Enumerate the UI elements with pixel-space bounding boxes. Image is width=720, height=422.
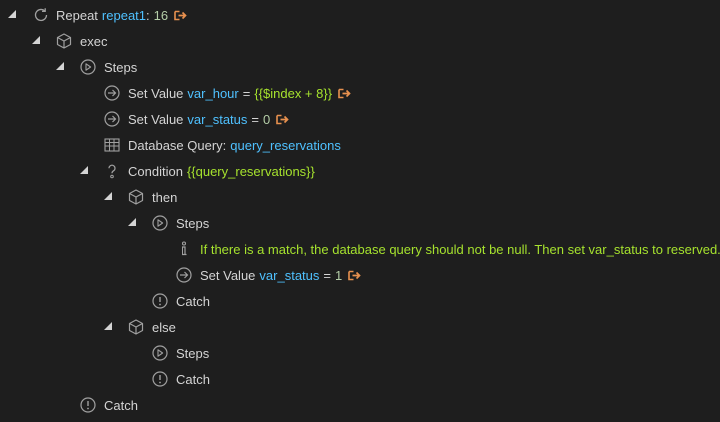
tree-node-else[interactable]: else	[0, 314, 720, 340]
set-value-label: Set Value var_status = 1	[200, 262, 361, 288]
tree-node-then-steps[interactable]: Steps	[0, 210, 720, 236]
variable-name: var_hour	[187, 85, 239, 101]
action-type: Condition	[128, 163, 183, 179]
link-out-icon[interactable]	[348, 270, 361, 281]
refresh-icon	[32, 2, 50, 28]
tree-node-then[interactable]: then	[0, 184, 720, 210]
repeat-type: Repeat	[56, 7, 98, 23]
collapse-toggle[interactable]	[56, 62, 64, 70]
value-expression: {{$index + 8}}	[254, 85, 333, 101]
tree-node-else-steps[interactable]: Steps	[0, 340, 720, 366]
variable-name: var_status	[187, 111, 248, 127]
alert-circle-icon	[151, 288, 169, 314]
tree-node-database-query[interactable]: Database Query: query_reservations	[0, 132, 720, 158]
link-out-icon[interactable]	[338, 88, 351, 99]
steps-label: Steps	[176, 215, 210, 231]
equals-sign: =	[323, 267, 331, 283]
collapse-toggle[interactable]	[128, 218, 136, 226]
arrow-circle-icon	[103, 106, 121, 132]
tree-node-steps[interactable]: Steps	[0, 54, 720, 80]
collapse-toggle[interactable]	[32, 36, 40, 44]
play-circle-icon	[151, 340, 169, 366]
play-circle-icon	[151, 210, 169, 236]
steps-label: Steps	[176, 345, 210, 361]
tree-node-condition[interactable]: Condition {{query_reservations}}	[0, 158, 720, 184]
comment-text: If there is a match, the database query …	[200, 241, 720, 257]
set-value-label: Set Value var_status = 0	[128, 106, 289, 132]
tree-node-then-catch[interactable]: Catch	[0, 288, 720, 314]
exec-label: exec	[80, 33, 108, 49]
tree-node-set-value-status-1[interactable]: Set Value var_status = 1	[0, 262, 720, 288]
arrow-circle-icon	[175, 262, 193, 288]
equals-sign: =	[242, 85, 251, 101]
info-icon	[175, 236, 193, 262]
set-value-label: Set Value var_hour = {{$index + 8}}	[128, 80, 351, 106]
play-circle-icon	[79, 54, 97, 80]
catch-label: Catch	[176, 371, 210, 387]
arrow-circle-icon	[103, 80, 121, 106]
action-type: Set Value	[128, 85, 184, 101]
query-name: query_reservations	[230, 137, 341, 153]
equals-sign: =	[251, 111, 259, 127]
then-label: then	[152, 189, 178, 205]
value-number: 0	[263, 111, 271, 127]
cube-icon	[127, 184, 145, 210]
collapse-toggle[interactable]	[80, 166, 88, 174]
database-query-label: Database Query: query_reservations	[128, 132, 341, 158]
tree-node-comment[interactable]: If there is a match, the database query …	[0, 236, 720, 262]
repeat-separator: :	[146, 7, 150, 23]
repeat-label: Repeat repeat1:16	[56, 2, 187, 28]
link-out-icon[interactable]	[276, 114, 289, 125]
tree-node-outer-catch[interactable]: Catch	[0, 392, 720, 418]
value-number: 1	[335, 267, 343, 283]
tree-node-repeat[interactable]: Repeat repeat1:16	[0, 2, 720, 28]
collapse-toggle[interactable]	[104, 322, 112, 330]
else-label: else	[152, 319, 176, 335]
cube-icon	[127, 314, 145, 340]
repeat-count: 16	[153, 7, 169, 23]
variable-name: var_status	[259, 267, 320, 283]
condition-label: Condition {{query_reservations}}	[128, 158, 315, 184]
action-type: Set Value	[200, 267, 256, 283]
catch-label: Catch	[104, 397, 138, 413]
action-type: Set Value	[128, 111, 184, 127]
alert-circle-icon	[151, 366, 169, 392]
table-icon	[103, 132, 121, 158]
question-icon	[103, 158, 121, 184]
link-out-icon[interactable]	[174, 10, 187, 21]
tree-node-else-catch[interactable]: Catch	[0, 366, 720, 392]
collapse-toggle[interactable]	[8, 10, 16, 18]
collapse-toggle[interactable]	[104, 192, 112, 200]
steps-label: Steps	[104, 59, 138, 75]
tree-node-set-value-hour[interactable]: Set Value var_hour = {{$index + 8}}	[0, 80, 720, 106]
catch-label: Catch	[176, 293, 210, 309]
alert-circle-icon	[79, 392, 97, 418]
action-type: Database Query:	[128, 137, 227, 153]
repeat-name: repeat1	[101, 7, 147, 23]
tree-node-set-value-status-0[interactable]: Set Value var_status = 0	[0, 106, 720, 132]
tree-node-exec[interactable]: exec	[0, 28, 720, 54]
cube-icon	[55, 28, 73, 54]
condition-expression: {{query_reservations}}	[186, 163, 315, 179]
